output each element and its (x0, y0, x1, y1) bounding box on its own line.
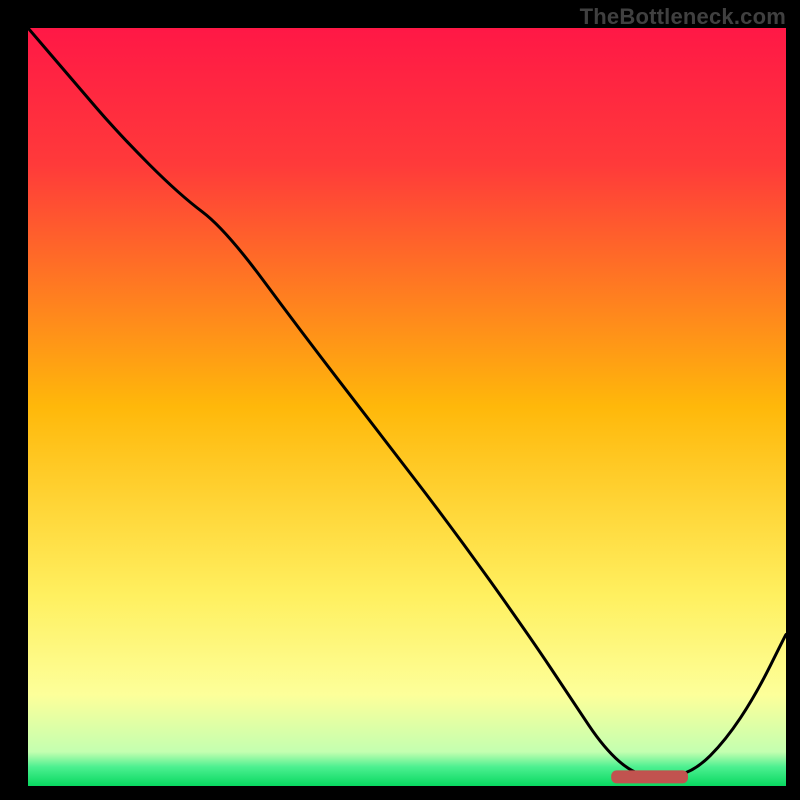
chart-frame: TheBottleneck.com (0, 0, 800, 800)
watermark-text: TheBottleneck.com (580, 4, 786, 30)
plot-area (28, 28, 786, 786)
optimal-marker (612, 771, 688, 783)
gradient-background (28, 28, 786, 786)
plot-svg (28, 28, 786, 786)
